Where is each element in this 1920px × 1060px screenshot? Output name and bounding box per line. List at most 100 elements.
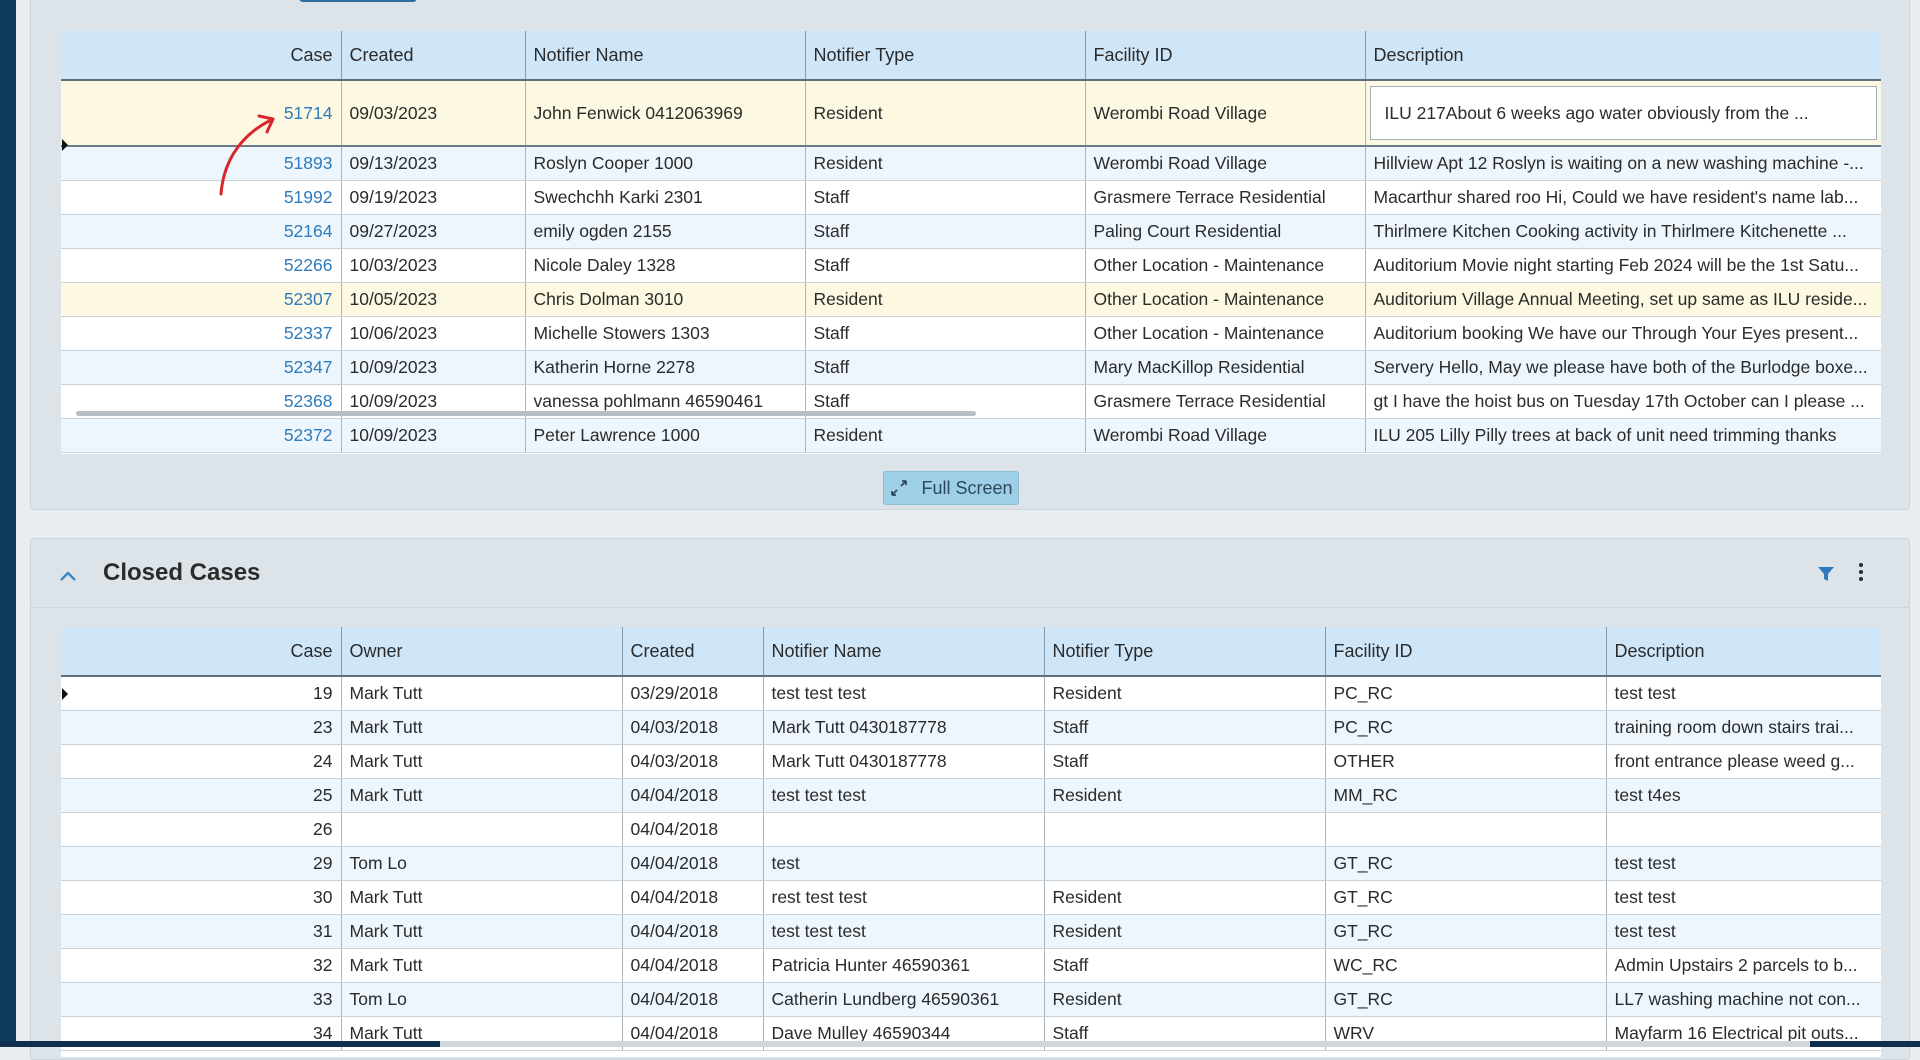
column-header-case[interactable]: Case [61, 627, 342, 677]
notifier-name-cell: Michelle Stowers 1303 [525, 316, 806, 351]
case-link[interactable]: 52347 [61, 350, 342, 385]
description-cell: Admin Upstairs 2 parcels to b... [1606, 948, 1881, 983]
case-cell[interactable]: 23 [61, 710, 342, 745]
table-row[interactable]: 51893 09/13/2023 Roslyn Cooper 1000 Residen… [61, 146, 1881, 181]
table-row[interactable]: 52307 10/05/2023 Chris Dolman 3010 Resident… [61, 282, 1881, 317]
table-row[interactable]: 51714 09/03/2023 John Fenwick 0412063969 Re… [61, 80, 1881, 147]
column-header-notifier-type[interactable]: Notifier Type [805, 31, 1086, 81]
column-header-notifier-name[interactable]: Notifier Name [763, 627, 1045, 677]
case-cell[interactable]: 24 [61, 744, 342, 779]
owner-cell [341, 812, 623, 847]
table-row[interactable]: 52337 10/06/2023 Michelle Stowers 1303 Staf… [61, 316, 1881, 351]
case-link[interactable]: 52372 [61, 418, 342, 453]
case-link[interactable]: 52266 [61, 248, 342, 283]
open-cases-grid: Case Created Notifier Name Notifier Type… [61, 31, 1881, 454]
case-link[interactable]: 51893 [61, 146, 342, 181]
owner-cell: Tom Lo [341, 982, 623, 1017]
description-cell: Hillview Apt 12 Roslyn is waiting on a n… [1365, 146, 1881, 181]
table-row[interactable]: 30 Mark Tutt 04/04/2018 rest test test Resid… [61, 880, 1881, 915]
column-header-description[interactable]: Description [1365, 31, 1881, 81]
created-cell: 04/04/2018 [622, 982, 764, 1017]
column-header-description[interactable]: Description [1606, 627, 1881, 677]
column-header-facility-id[interactable]: Facility ID [1085, 31, 1366, 81]
table-row[interactable]: 29 Tom Lo 04/04/2018 test GT_RC test test [61, 846, 1881, 881]
table-row[interactable]: 33 Tom Lo 04/04/2018 Catherin Lundberg 4659… [61, 982, 1881, 1017]
facility-cell: Other Location - Maintenance [1085, 282, 1366, 317]
table-row[interactable]: 51992 09/19/2023 Swechchh Karki 2301 Staff G… [61, 180, 1881, 215]
case-link[interactable]: 52307 [61, 282, 342, 317]
case-link[interactable]: 52164 [61, 214, 342, 249]
facility-cell: GT_RC [1325, 982, 1607, 1017]
notifier-type-cell: Staff [805, 316, 1086, 351]
case-cell[interactable]: 19 [61, 676, 342, 711]
case-cell[interactable]: 31 [61, 914, 342, 949]
notifier-name-cell: emily ogden 2155 [525, 214, 806, 249]
description-cell: test test [1606, 676, 1881, 711]
table-row[interactable]: 52372 10/09/2023 Peter Lawrence 1000 Reside… [61, 418, 1881, 453]
notifier-type-cell: Resident [805, 282, 1086, 317]
filter-icon[interactable] [1817, 565, 1835, 588]
column-header-owner[interactable]: Owner [341, 627, 623, 677]
description-cell[interactable]: ILU 217About 6 weeks ago water obviously… [1365, 80, 1881, 147]
case-cell[interactable]: 25 [61, 778, 342, 813]
notifier-name-cell: Roslyn Cooper 1000 [525, 146, 806, 181]
owner-cell: Mark Tutt [341, 778, 623, 813]
notifier-type-cell: Staff [805, 350, 1086, 385]
facility-cell: GT_RC [1325, 880, 1607, 915]
column-header-case[interactable]: Case [61, 31, 342, 81]
table-row[interactable]: 26 04/04/2018 [61, 812, 1881, 847]
description-cell: training room down stairs trai... [1606, 710, 1881, 745]
notifier-type-cell: Resident [805, 146, 1086, 181]
created-cell: 04/04/2018 [622, 846, 764, 881]
notifier-name-cell: John Fenwick 0412063969 [525, 80, 806, 147]
created-cell: 04/04/2018 [622, 948, 764, 983]
case-link[interactable]: 52337 [61, 316, 342, 351]
description-editor[interactable]: ILU 217About 6 weeks ago water obviously… [1369, 86, 1877, 140]
notifier-type-cell: Resident [805, 418, 1086, 453]
case-link[interactable]: 51992 [61, 180, 342, 215]
facility-cell: Grasmere Terrace Residential [1085, 384, 1366, 419]
tab-indicator [299, 0, 417, 2]
notifier-type-cell: Resident [1044, 982, 1326, 1017]
notifier-name-cell: Mark Tutt 0430187778 [763, 710, 1045, 745]
column-header-created[interactable]: Created [622, 627, 764, 677]
more-vertical-icon[interactable] [1859, 563, 1865, 584]
table-row[interactable]: 31 Mark Tutt 04/04/2018 test test test Resid… [61, 914, 1881, 949]
expand-icon [891, 480, 908, 496]
notifier-type-cell: Staff [805, 214, 1086, 249]
description-cell: Thirlmere Kitchen Cooking activity in Th… [1365, 214, 1881, 249]
full-screen-button[interactable]: Full Screen [883, 471, 1019, 505]
case-cell[interactable]: 32 [61, 948, 342, 983]
notifier-name-cell [763, 812, 1045, 847]
case-cell[interactable]: 26 [61, 812, 342, 847]
description-cell: test test [1606, 880, 1881, 915]
created-cell: 10/09/2023 [341, 418, 526, 453]
left-edge-strip [0, 0, 16, 1047]
table-row[interactable]: 52164 09/27/2023 emily ogden 2155 Staff Pali… [61, 214, 1881, 249]
table-row[interactable]: 52266 10/03/2023 Nicole Daley 1328 Staff Oth… [61, 248, 1881, 283]
table-row[interactable]: 32 Mark Tutt 04/04/2018 Patricia Hunter 465… [61, 948, 1881, 983]
notifier-name-cell: test [763, 846, 1045, 881]
notifier-name-cell: Catherin Lundberg 46590361 [763, 982, 1045, 1017]
table-row[interactable]: 23 Mark Tutt 04/03/2018 Mark Tutt 043018777… [61, 710, 1881, 745]
table-row[interactable]: 24 Mark Tutt 04/03/2018 Mark Tutt 043018777… [61, 744, 1881, 779]
description-cell: test t4es [1606, 778, 1881, 813]
table-row[interactable]: 52347 10/09/2023 Katherin Horne 2278 Staff M… [61, 350, 1881, 385]
closed-cases-header-row: Case Owner Created Notifier Name Notifie… [61, 627, 1881, 677]
notifier-type-cell: Resident [1044, 778, 1326, 813]
chevron-up-icon[interactable] [59, 564, 77, 586]
horizontal-scrollbar[interactable] [76, 411, 976, 416]
case-cell[interactable]: 30 [61, 880, 342, 915]
table-row[interactable]: 25 Mark Tutt 04/04/2018 test test test Resid… [61, 778, 1881, 813]
column-header-facility-id[interactable]: Facility ID [1325, 627, 1607, 677]
column-header-notifier-name[interactable]: Notifier Name [525, 31, 806, 81]
notifier-type-cell: Staff [1044, 710, 1326, 745]
facility-cell: GT_RC [1325, 846, 1607, 881]
case-cell[interactable]: 29 [61, 846, 342, 881]
case-cell[interactable]: 33 [61, 982, 342, 1017]
case-link[interactable]: 51714 [61, 80, 342, 147]
column-header-created[interactable]: Created [341, 31, 526, 81]
notifier-type-cell: Resident [805, 80, 1086, 147]
column-header-notifier-type[interactable]: Notifier Type [1044, 627, 1326, 677]
table-row[interactable]: 19 Mark Tutt 03/29/2018 test test test Resid… [61, 676, 1881, 711]
